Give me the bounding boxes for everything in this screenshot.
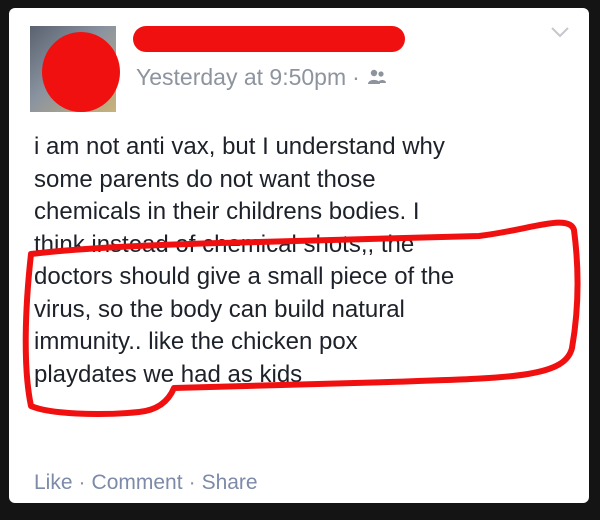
post-actions: Like · Comment · Share	[34, 471, 258, 495]
comment-link[interactable]: Comment	[92, 471, 183, 495]
action-separator: ·	[188, 471, 196, 494]
avatar[interactable]	[30, 26, 120, 112]
share-link[interactable]: Share	[202, 471, 258, 495]
chevron-down-icon[interactable]	[549, 24, 571, 40]
post-timestamp[interactable]: Yesterday at 9:50pm	[136, 64, 346, 91]
meta-separator: ·	[352, 63, 360, 90]
avatar-redaction	[42, 32, 120, 112]
friends-icon[interactable]	[366, 66, 388, 88]
like-link[interactable]: Like	[34, 471, 73, 495]
action-separator: ·	[78, 471, 86, 494]
facebook-post-card: Yesterday at 9:50pm · i am not anti vax,…	[9, 8, 589, 503]
post-meta: Yesterday at 9:50pm ·	[136, 62, 388, 92]
post-text: i am not anti vax, but I understand why …	[34, 133, 455, 388]
author-name-redaction	[133, 26, 405, 52]
